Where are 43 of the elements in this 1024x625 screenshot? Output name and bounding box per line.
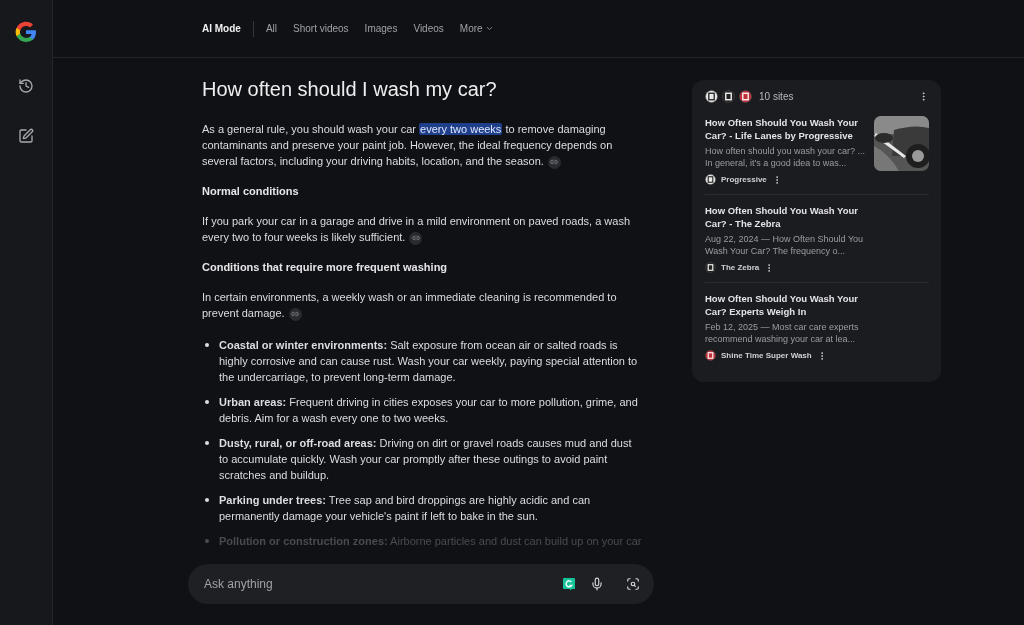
answer-paragraph: If you park your car in a garage and drive in a mild environment on paved roads, a wash every two to four weeks is likely sufficient. [202,214,632,245]
google-logo-icon[interactable] [14,20,38,44]
section-heading: Normal conditions [202,185,300,197]
answer-paragraph: In certain environments, a weekly wash or an immediate cleaning is recommended to prevent damage. [202,290,618,321]
bullet-icon [205,343,209,347]
visual-search-button[interactable] [626,577,640,591]
nav-tab[interactable]: AI Mode [202,23,241,34]
source-title-link[interactable]: How Often Should You Wash Your Car? Experts Weigh In [705,292,867,318]
sources-count: 10 sites [759,91,795,102]
caret-icon [484,24,494,33]
ask-bar[interactable]: Ask anything [188,564,654,604]
bullet-icon [205,441,209,445]
nav-tab[interactable]: Videos [413,23,444,34]
history-button[interactable] [18,78,34,94]
bullet-text: Dusty, rural, or off-road areas: Driving on dirt or gravel roads causes mud and dust to accumulate quickly. Wash your car promptly after these outings to avoid paint scratches and buildup. [219,436,633,483]
citation-link-icon[interactable] [409,231,423,245]
bullet-text: Parking under trees: Tree sap and bird droppings are highly acidic and can permanently damage your vehicle's paint if left to bake in the sun. [219,493,592,524]
bullet-icon [205,539,209,543]
ask-field[interactable]: Ask anything [202,576,548,592]
citation-link-icon[interactable] [547,155,561,169]
nav-tab[interactable]: Images [364,23,398,34]
new-chat-button[interactable] [18,128,34,144]
source-site-name: Progressive [721,175,767,184]
answer-paragraph: As a general rule, you should wash your car every two weeks to remove damaging contaminants and preserve your paint job. However, the ideal frequency depends on several factors, including your driving habits, location, and the season. [202,122,614,169]
section-heading: Conditions that require more frequent washing [202,261,449,273]
source-snippet: Aug 22, 2024 — How Often Should You Wash Your Car? The frequency o... [705,233,865,257]
bullet-icon [205,498,209,502]
source-snippet: How often should you wash your car? ... In general, it's a good idea to was... [705,145,866,169]
nav-tab[interactable]: Short videos [293,23,349,34]
nav-tab[interactable]: All [265,23,277,34]
source-site-name: Shine Time Super Wash [721,351,812,360]
source-site-name: The Zebra [721,263,760,272]
source-title-link[interactable]: How Often Should You Wash Your Car? - The Zebra [705,204,867,230]
citation-link-icon[interactable] [288,307,302,321]
source-snippet: Feb 12, 2025 — Most car care experts recommend washing your car at lea... [705,321,860,345]
bullet-text: Coastal or winter environments: Salt exposure from ocean air or salted roads is highly corrosive and can cause rust. Wash your car weekly, paying special attention to the undercarriage, to prevent long-term damage. [219,338,639,385]
microphone-button[interactable] [590,577,604,591]
bullet-text: Urban areas: Frequent driving in cities exposes your car to more pollution, grime, and debris. Aim for a wash every one to two weeks. [219,395,639,426]
bullet-icon [205,400,209,404]
question-heading: How often should I wash my car? [202,78,498,101]
grammar-extension-icon[interactable] [562,577,576,591]
source-title-link[interactable]: How Often Should You Wash Your Car? - Life Lanes by Progressive [705,116,866,142]
more-menu[interactable]: More [459,23,494,34]
